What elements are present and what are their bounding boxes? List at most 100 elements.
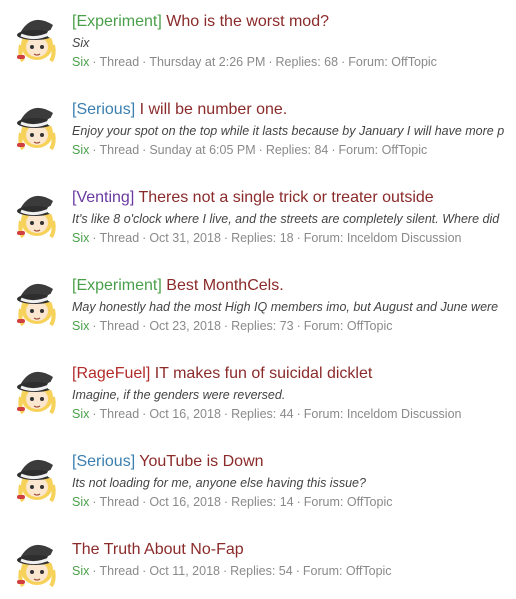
thread-forum-link[interactable]: Forum: Inceldom Discussion (304, 407, 462, 421)
thread-title-link[interactable]: [Serious] YouTube is Down (72, 452, 516, 472)
thread-title-text[interactable]: Theres not a single trick or treater out… (138, 189, 433, 206)
thread-forum-link[interactable]: Forum: OffTopic (304, 495, 393, 509)
avatar[interactable] (13, 15, 61, 63)
thread-forum-link[interactable]: Forum: OffTopic (348, 55, 437, 69)
thread-title-link[interactable]: [Serious] I will be number one. (72, 100, 516, 120)
thread-row[interactable]: The Truth About No-Fap Six · Thread · Oct 11,… (0, 528, 516, 599)
meta-separator: · (92, 564, 97, 578)
thread-prefix[interactable]: [Serious] (72, 101, 135, 118)
thread-title-text[interactable]: Who is the worst mod? (166, 13, 329, 30)
thread-meta: Six · Thread · Sunday at 6:05 PM · Replies: 84… (72, 142, 516, 158)
avatar[interactable] (13, 455, 61, 503)
thread-meta: Six · Thread · Oct 16, 2018 · Replies: 44 · Foru… (72, 406, 516, 422)
meta-separator: · (142, 495, 147, 509)
meta-separator: · (296, 407, 301, 421)
meta-separator: · (92, 55, 97, 69)
thread-forum-link[interactable]: Forum: OffTopic (303, 564, 392, 578)
thread-row[interactable]: [Experiment] Best MonthCels. May honestly… (0, 264, 516, 353)
thread-forum-link[interactable]: Forum: Inceldom Discussion (304, 231, 462, 245)
thread-title-link[interactable]: [RageFuel] IT makes fun of suicidal dick… (72, 364, 516, 384)
thread-type: Thread (99, 495, 140, 509)
meta-separator: · (142, 231, 147, 245)
thread-content: The Truth About No-Fap Six · Thread · Oct 11,… (72, 540, 516, 579)
meta-separator: · (92, 495, 97, 509)
meta-separator: · (223, 231, 229, 245)
thread-prefix[interactable]: [RageFuel] (72, 365, 150, 382)
thread-title-link[interactable]: The Truth About No-Fap (72, 540, 516, 560)
meta-separator: · (223, 495, 229, 509)
thread-prefix[interactable]: [Venting] (72, 189, 134, 206)
thread-snippet: May honestly had the most High IQ member… (72, 300, 499, 314)
thread-author-link[interactable]: Six (72, 55, 89, 69)
thread-content: [Experiment] Who is the worst mod? Six Six… (72, 12, 516, 70)
thread-title-link[interactable]: [Venting] Theres not a single trick or t… (72, 188, 516, 208)
thread-meta: Six · Thread · Thursday at 2:26 PM · Replies: … (72, 54, 516, 70)
thread-date: Oct 23, 2018 (149, 319, 221, 333)
thread-author-link[interactable]: Six (72, 319, 89, 333)
meta-separator: · (142, 564, 147, 578)
thread-row[interactable]: [Experiment] Who is the worst mod? Six Six… (0, 0, 516, 89)
thread-prefix[interactable]: [Experiment] (72, 277, 162, 294)
thread-row[interactable]: [Serious] YouTube is Down Its not loading… (0, 440, 516, 529)
thread-author-link[interactable]: Six (72, 231, 89, 245)
thread-row[interactable]: [Serious] I will be number one. Enjoy you… (0, 88, 516, 177)
thread-type: Thread (99, 319, 140, 333)
thread-forum-link[interactable]: Forum: OffTopic (339, 143, 428, 157)
thread-type: Thread (99, 564, 140, 578)
thread-meta: Six · Thread · Oct 16, 2018 · Replies: 14 · Foru… (72, 494, 516, 510)
avatar[interactable] (13, 367, 61, 415)
thread-type: Thread (99, 55, 140, 69)
thread-replies: Replies: 68 (275, 55, 339, 69)
thread-row[interactable]: [RageFuel] IT makes fun of suicidal dick… (0, 352, 516, 441)
meta-separator: · (331, 143, 336, 157)
thread-date: Oct 31, 2018 (149, 231, 221, 245)
thread-title-text[interactable]: YouTube is Down (139, 453, 263, 470)
thread-author-link[interactable]: Six (72, 564, 89, 578)
thread-content: [Experiment] Best MonthCels. May honestly… (72, 276, 516, 334)
avatar[interactable] (13, 191, 61, 239)
thread-date: Oct 16, 2018 (149, 495, 221, 509)
thread-snippet: Imagine, if the genders were reversed. (72, 388, 286, 402)
thread-author-link[interactable]: Six (72, 143, 89, 157)
thread-prefix[interactable]: [Serious] (72, 453, 135, 470)
meta-separator: · (296, 231, 301, 245)
thread-prefix[interactable]: [Experiment] (72, 13, 162, 30)
thread-content: [Venting] Theres not a single trick or t… (72, 188, 516, 246)
thread-content: [Serious] I will be number one. Enjoy you… (72, 100, 516, 158)
thread-title-link[interactable]: [Experiment] Who is the worst mod? (72, 12, 516, 32)
avatar[interactable] (13, 103, 61, 151)
thread-title-link[interactable]: [Experiment] Best MonthCels. (72, 276, 516, 296)
thread-snippet: It's like 8 o'clock where I live, and th… (72, 212, 500, 226)
thread-author-link[interactable]: Six (72, 495, 89, 509)
thread-replies: Replies: 73 (231, 319, 294, 333)
thread-snippet: Enjoy your spot on the top while it last… (72, 124, 505, 138)
thread-meta: Six · Thread · Oct 11, 2018 · Replies: 54 · Foru… (72, 563, 516, 579)
thread-title-text[interactable]: Best MonthCels. (166, 277, 283, 294)
thread-title-text[interactable]: IT makes fun of suicidal dicklet (155, 365, 373, 382)
meta-separator: · (296, 495, 301, 509)
meta-separator: · (295, 564, 300, 578)
thread-snippet: Six (72, 36, 90, 50)
thread-title-text[interactable]: The Truth About No-Fap (72, 541, 244, 558)
meta-separator: · (92, 143, 97, 157)
search-results-list: [Experiment] Who is the worst mod? Six Six… (0, 0, 516, 599)
thread-type: Thread (99, 231, 140, 245)
thread-replies: Replies: 84 (265, 143, 329, 157)
thread-replies: Replies: 44 (231, 407, 294, 421)
meta-separator: · (268, 55, 273, 69)
meta-separator: · (258, 143, 263, 157)
thread-date: Sunday at 6:05 PM (149, 143, 256, 157)
meta-separator: · (341, 55, 346, 69)
thread-author-link[interactable]: Six (72, 407, 89, 421)
avatar[interactable] (13, 540, 61, 588)
meta-separator: · (142, 143, 147, 157)
thread-forum-link[interactable]: Forum: OffTopic (304, 319, 393, 333)
avatar[interactable] (13, 279, 61, 327)
thread-title-text[interactable]: I will be number one. (140, 101, 288, 118)
meta-separator: · (142, 407, 147, 421)
meta-separator: · (296, 319, 301, 333)
meta-separator: · (92, 407, 97, 421)
meta-separator: · (92, 319, 97, 333)
thread-replies: Replies: 18 (231, 231, 294, 245)
thread-row[interactable]: [Venting] Theres not a single trick or t… (0, 176, 516, 265)
